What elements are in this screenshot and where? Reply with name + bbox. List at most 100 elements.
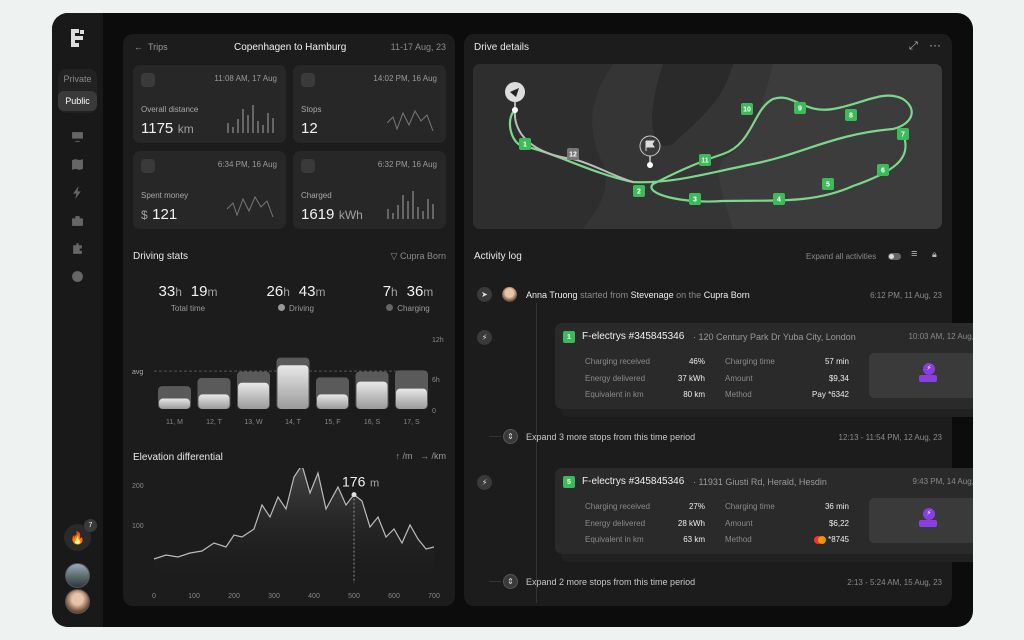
avg-label: avg: [132, 369, 143, 376]
x-tick-label: 16, S: [364, 419, 381, 426]
stat-card[interactable]: 14:02 PM, 16 Aug Stops 12: [293, 65, 446, 143]
trip-title: Copenhagen to Hamburg: [234, 42, 347, 53]
expand-time: 12:13 - 11:54 PM, 12 Aug, 23: [838, 433, 942, 442]
x-tick-label: 12, T: [206, 419, 223, 426]
public-option[interactable]: Public: [58, 91, 97, 111]
driving-bar: [238, 382, 269, 409]
briefcase-icon[interactable]: [67, 211, 87, 229]
stat-card[interactable]: 11:08 AM, 17 Aug Overall distance 1175 k…: [133, 65, 286, 143]
card-time: 14:02 PM, 16 Aug: [373, 74, 437, 83]
clock-icon[interactable]: [67, 267, 87, 285]
elevation-title: Elevation differential: [133, 452, 223, 463]
puzzle-icon[interactable]: [67, 239, 87, 257]
expand-chevron-icon[interactable]: ⇕: [503, 429, 518, 444]
map-icon[interactable]: [67, 155, 87, 173]
start-time: 6:12 PM, 11 Aug, 23: [870, 291, 942, 300]
streak-button[interactable]: 🔥 7: [64, 519, 97, 551]
x-tick-label: 11, M: [166, 419, 183, 426]
driving-bar: [277, 365, 309, 409]
notification-badge: 7: [84, 519, 97, 532]
driving-stat-label: Total time: [170, 304, 206, 313]
arrow-right-icon: →: [419, 451, 432, 461]
highlight-point: [351, 492, 357, 498]
expand-icon[interactable]: ⤢: [909, 40, 918, 53]
elevation-chart: 200 100 0 100 200 300 400 500 600 700 176 m: [132, 468, 440, 598]
expand-stops-link[interactable]: Expand 3 more stops from this time perio…: [526, 432, 695, 442]
station-address: · 11931 Giusti Rd, Herald, Hesdin: [693, 477, 827, 487]
expand-stops-link[interactable]: Expand 2 more stops from this time perio…: [526, 577, 695, 587]
car-name: ▽ Cupra Born: [390, 251, 446, 261]
start-activity: Anna Truong started from Stevenage on th…: [526, 290, 750, 300]
x-tick-label: 17, S: [403, 419, 420, 426]
card-value: 1175 km: [141, 120, 194, 137]
card-value: 1619 kWh: [301, 206, 363, 223]
route-map[interactable]: 123 456789101112: [473, 64, 942, 229]
y-tick-label: 6h: [432, 377, 440, 384]
driving-bar: [317, 394, 348, 409]
app-logo-icon: [71, 29, 84, 47]
x-tick-label: 300: [268, 593, 280, 598]
card-label: Overall distance: [141, 105, 199, 114]
x-tick-label: 600: [388, 593, 400, 598]
card-sparkline: [227, 195, 274, 218]
card-icon: [141, 159, 155, 173]
private-option[interactable]: Private: [58, 69, 97, 89]
charging-stop-card[interactable]: 1 F-electrys #345845346 · 120 Century Pa…: [555, 323, 973, 409]
driving-bar: [356, 381, 388, 409]
card-sparkline: [387, 191, 434, 219]
card-sparkline: [227, 105, 274, 133]
card-time: 6:34 PM, 16 Aug: [217, 160, 277, 169]
driving-bar: [396, 388, 427, 409]
y-tick-label: 0: [432, 408, 436, 415]
card-value: 12: [301, 120, 318, 137]
highlight-value: 176: [342, 474, 366, 490]
back-link[interactable]: ← Trips: [134, 42, 168, 52]
expand-chevron-icon[interactable]: ⇕: [503, 574, 518, 589]
card-value: $ 121: [141, 206, 178, 223]
card-time: 11:08 AM, 17 Aug: [214, 74, 277, 83]
lightning-icon: ⚡︎: [477, 330, 492, 345]
card-label: Charged: [301, 191, 332, 200]
user-avatar[interactable]: [65, 589, 90, 614]
x-tick-label: 400: [308, 593, 320, 598]
timeline-branch: [489, 436, 501, 437]
x-tick-label: 200: [228, 593, 240, 598]
x-tick-label: 13, W: [244, 419, 263, 426]
expand-all-toggle[interactable]: [888, 253, 901, 260]
map-marker-label: 3: [693, 197, 697, 204]
expand-all-label: Expand all activities: [806, 252, 877, 261]
stop-number: 1: [563, 331, 575, 343]
driving-bar-chart: avg 12h 6h 0 11, M 12, T 13, W 14, T 15, F 16, S 1…: [132, 337, 444, 426]
lock-icon[interactable]: 🔒︎: [932, 249, 937, 260]
map-marker-label: 2: [637, 189, 641, 196]
x-tick-label: 14, T: [285, 419, 302, 426]
stop-number: 5: [563, 476, 575, 488]
card-icon: [301, 73, 315, 87]
station-name: F-electrys #345845346: [582, 331, 685, 342]
fire-icon: 🔥: [70, 530, 85, 545]
arrow-left-icon: ←: [134, 42, 149, 52]
map-marker-label: 4: [777, 197, 781, 204]
monitor-icon[interactable]: [67, 127, 87, 145]
app-window: Private Public 🔥 7 ← Trips Copenhagen to …: [52, 13, 973, 627]
map-marker-label: 8: [849, 113, 853, 120]
stat-card[interactable]: 6:34 PM, 16 Aug Spent money $ 121: [133, 151, 286, 229]
card-label: Spent money: [141, 191, 189, 200]
charging-stop-card[interactable]: 5 F-electrys #345845346 · 11931 Giusti R…: [555, 468, 973, 554]
lightning-icon[interactable]: [67, 183, 87, 201]
visibility-toggle: Private Public: [58, 69, 97, 113]
filter-icon[interactable]: ≡: [911, 248, 917, 260]
map-marker-label: 9: [798, 106, 802, 113]
driving-bar: [159, 398, 190, 409]
car-avatar[interactable]: [65, 563, 90, 588]
station-pin-icon: ⚡︎: [923, 363, 935, 375]
station-map-thumb[interactable]: ⚡︎: [869, 498, 973, 543]
driving-stats-title: Driving stats: [133, 251, 189, 262]
station-name: F-electrys #345845346: [582, 476, 685, 487]
timeline-branch: [489, 581, 501, 582]
station-map-thumb[interactable]: ⚡︎: [869, 353, 973, 398]
driving-stat-label: Driving: [256, 304, 336, 313]
map-marker-label: 10: [743, 107, 751, 114]
stat-card[interactable]: 6:32 PM, 16 Aug Charged 1619 kWh: [293, 151, 446, 229]
more-icon[interactable]: ···: [929, 38, 941, 52]
